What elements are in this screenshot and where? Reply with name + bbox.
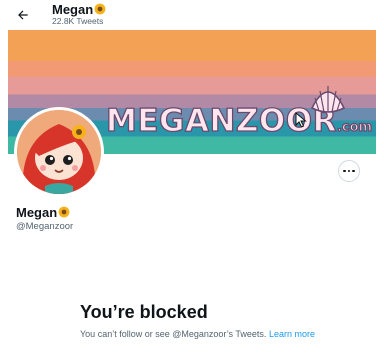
more-dot bbox=[347, 169, 351, 173]
seashell-icon bbox=[310, 86, 346, 113]
tweet-count: 22.8K Tweets bbox=[52, 16, 104, 26]
top-bar: Megan 22.8K Tweets bbox=[0, 0, 384, 30]
avatar-image bbox=[17, 110, 101, 194]
profile-handle: @Meganzoor bbox=[16, 221, 74, 232]
cartoon-girl-avatar-icon bbox=[17, 110, 101, 194]
more-options-button[interactable] bbox=[338, 160, 360, 182]
blocked-title: You’re blocked bbox=[80, 302, 208, 322]
back-button[interactable] bbox=[14, 6, 32, 24]
more-horizontal-icon bbox=[343, 169, 346, 173]
arrow-left-icon bbox=[18, 10, 28, 20]
sunflower-icon bbox=[58, 206, 70, 218]
avatar[interactable] bbox=[14, 107, 104, 197]
profile-display-name: Megan bbox=[16, 205, 70, 220]
sunflower-icon bbox=[94, 3, 106, 15]
learn-more-link[interactable]: Learn more bbox=[269, 329, 315, 339]
header-name: Megan bbox=[52, 2, 106, 17]
mouse-cursor-icon bbox=[295, 112, 307, 128]
blocked-message: You can’t follow or see @Meganzoor’s Twe… bbox=[80, 329, 315, 339]
more-dot bbox=[352, 169, 355, 173]
